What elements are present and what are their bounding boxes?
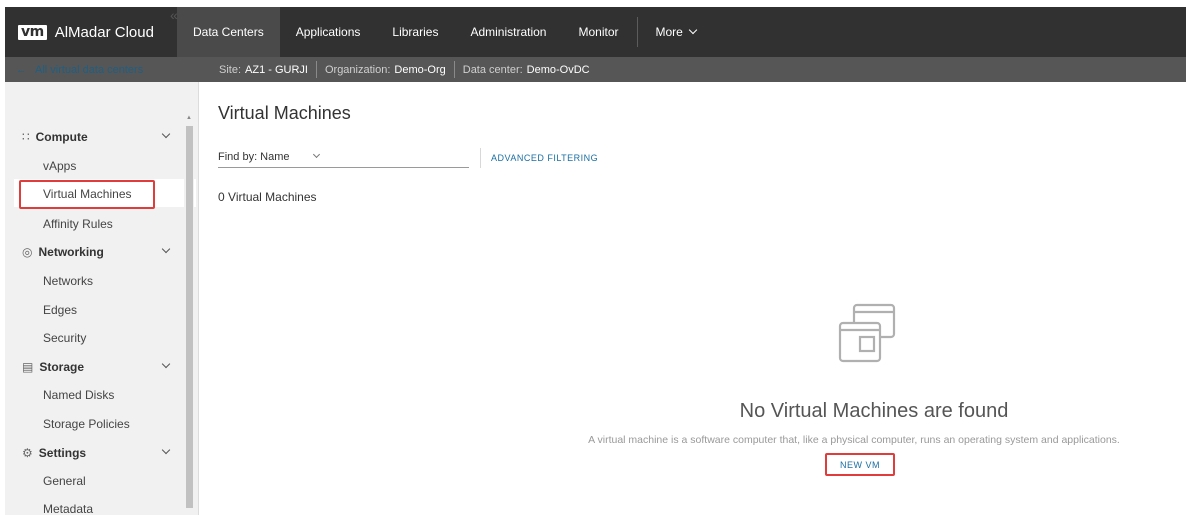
empty-state-description: A virtual machine is a software computer… bbox=[588, 434, 1120, 446]
org-label: Organization: bbox=[324, 63, 391, 76]
networking-icon: ◎ bbox=[22, 245, 33, 259]
storage-icon: ▤ bbox=[22, 360, 34, 374]
vm-count: 0 Virtual Machines bbox=[218, 190, 317, 204]
tab-applications[interactable]: Applications bbox=[280, 7, 377, 57]
tab-more-label: More bbox=[655, 25, 683, 39]
sidebar-item-storage-policies[interactable]: Storage Policies bbox=[43, 417, 130, 431]
empty-state-title: No Virtual Machines are found bbox=[739, 400, 1009, 422]
sidebar-group-label: Settings bbox=[38, 446, 87, 460]
highlight-box bbox=[825, 453, 895, 476]
scroll-up-arrow-icon[interactable]: ▲ bbox=[186, 115, 192, 121]
sidebar-scrollbar-thumb[interactable] bbox=[186, 126, 193, 508]
page-title: Virtual Machines bbox=[218, 103, 351, 123]
top-navigation-bar: vm AlMadar Cloud Data Centers Applicatio… bbox=[5, 7, 1186, 57]
sidebar-group-label: Storage bbox=[39, 360, 85, 374]
tab-administration[interactable]: Administration bbox=[454, 7, 562, 57]
chevron-down-icon bbox=[312, 150, 320, 159]
org-value: Demo-Org bbox=[394, 63, 446, 76]
sidebar-item-named-disks[interactable]: Named Disks bbox=[43, 388, 114, 402]
site-context: Site: AZ1 - GURJI bbox=[211, 57, 316, 82]
sidebar-item-metadata[interactable]: Metadata bbox=[43, 502, 93, 515]
find-by-label: Find by: Name bbox=[218, 150, 290, 163]
sidebar-item-edges[interactable]: Edges bbox=[43, 303, 77, 317]
compute-grid-icon: ∷ bbox=[22, 130, 30, 144]
tab-libraries[interactable]: Libraries bbox=[376, 7, 454, 57]
chevron-down-icon bbox=[688, 25, 698, 35]
tab-data-centers[interactable]: Data Centers bbox=[177, 7, 280, 57]
site-label: Site: bbox=[219, 63, 242, 76]
sidebar-item-general[interactable]: General bbox=[43, 474, 86, 488]
tab-more[interactable]: More bbox=[640, 7, 712, 57]
vm-count-label: Virtual Machines bbox=[228, 190, 317, 204]
sidebar-item-vapps[interactable]: vApps bbox=[43, 159, 76, 173]
tab-monitor[interactable]: Monitor bbox=[562, 7, 634, 57]
find-by-dropdown[interactable]: Find by: Name bbox=[218, 146, 469, 168]
context-bar: ← All virtual data centers Site: AZ1 - G… bbox=[5, 57, 1186, 82]
dc-label: Data center: bbox=[462, 63, 523, 76]
sidebar-item-networks[interactable]: Networks bbox=[43, 274, 93, 288]
arrow-left-icon: ← bbox=[16, 63, 27, 76]
brand[interactable]: vm AlMadar Cloud bbox=[5, 7, 177, 57]
vm-logo: vm bbox=[18, 24, 47, 40]
organization-context: Organization: Demo-Org bbox=[317, 57, 454, 82]
sidebar-group-label: Networking bbox=[38, 245, 104, 259]
back-to-all-datacenters-link[interactable]: ← All virtual data centers bbox=[5, 64, 211, 76]
sidebar-group-settings[interactable]: ⚙ Settings bbox=[22, 446, 86, 460]
sidebar-item-security[interactable]: Security bbox=[43, 331, 86, 345]
sidebar-group-label: Compute bbox=[35, 130, 88, 144]
gear-icon: ⚙ bbox=[22, 446, 33, 460]
app-name: AlMadar Cloud bbox=[54, 23, 154, 41]
sidebar-group-compute[interactable]: ∷ Compute bbox=[22, 130, 88, 144]
site-value: AZ1 - GURJI bbox=[245, 63, 308, 76]
highlight-box bbox=[19, 180, 155, 209]
collapse-sidebar-icon[interactable]: « bbox=[170, 7, 178, 23]
back-link-label: All virtual data centers bbox=[35, 63, 144, 76]
sidebar-group-networking[interactable]: ◎ Networking bbox=[22, 245, 104, 259]
dc-value: Demo-OvDC bbox=[526, 63, 590, 76]
sidebar-item-affinity-rules[interactable]: Affinity Rules bbox=[43, 217, 113, 231]
datacenter-context: Data center: Demo-OvDC bbox=[455, 57, 598, 82]
advanced-filtering-link[interactable]: ADVANCED FILTERING bbox=[480, 148, 598, 168]
vm-count-number: 0 bbox=[218, 190, 225, 204]
nav-divider bbox=[636, 17, 638, 47]
sidebar-group-storage[interactable]: ▤ Storage bbox=[22, 360, 84, 374]
empty-state-vm-icon bbox=[838, 303, 896, 363]
